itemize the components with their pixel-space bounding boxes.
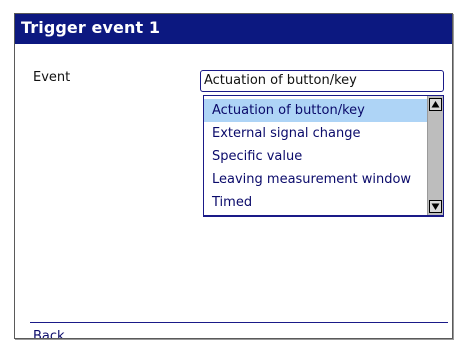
event-options-list[interactable]: Actuation of button/key External signal … <box>203 95 444 217</box>
title-bar: Trigger event 1 <box>15 14 452 44</box>
option-leaving-measurement-window[interactable]: Leaving measurement window <box>204 168 428 191</box>
event-dropdown-value: Actuation of button/key <box>204 73 357 88</box>
footer-divider <box>30 322 448 323</box>
scroll-down-arrow-icon <box>431 203 440 210</box>
dialog-window: Trigger event 1 Event Actuation of butto… <box>14 13 453 339</box>
back-button[interactable]: Back <box>33 329 65 338</box>
scroll-down-button[interactable] <box>429 200 442 213</box>
option-actuation-of-button-key[interactable]: Actuation of button/key <box>204 99 428 122</box>
option-specific-value[interactable]: Specific value <box>204 145 428 168</box>
event-label: Event <box>33 70 71 85</box>
option-timed[interactable]: Timed <box>204 191 428 214</box>
list-scrollbar[interactable] <box>427 96 443 215</box>
option-external-signal-change[interactable]: External signal change <box>204 122 428 145</box>
event-dropdown[interactable]: Actuation of button/key <box>200 70 444 92</box>
dialog-title: Trigger event 1 <box>21 18 161 37</box>
scroll-up-arrow-icon <box>431 101 440 108</box>
scroll-up-button[interactable] <box>429 98 442 111</box>
